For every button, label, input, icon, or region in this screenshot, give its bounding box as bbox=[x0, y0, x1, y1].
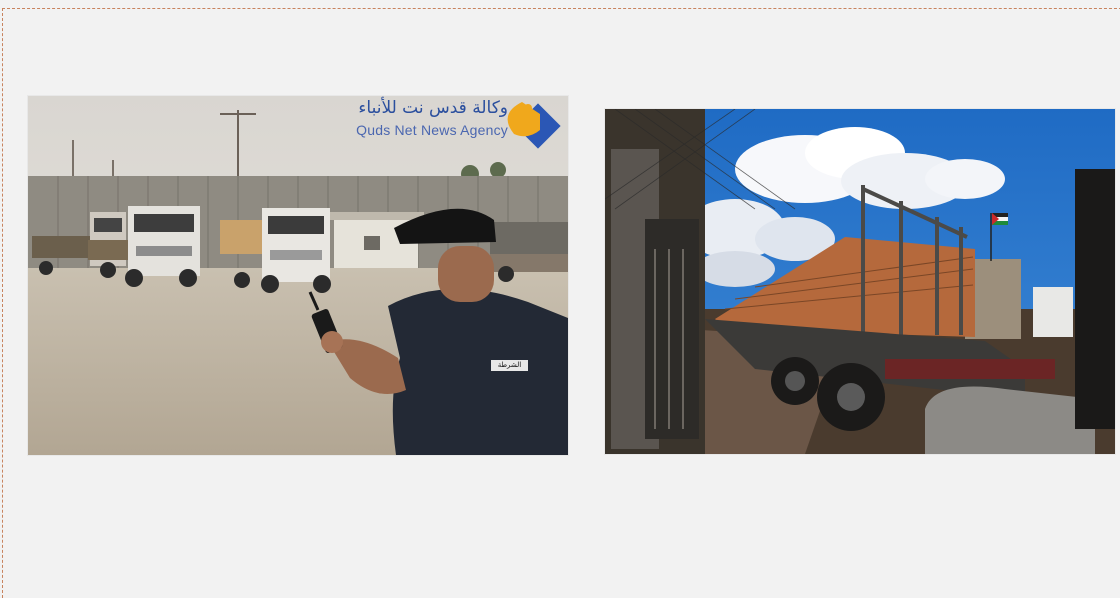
watermark-english: Quds Net News Agency bbox=[356, 122, 508, 138]
cement-truck-photo bbox=[605, 109, 1115, 454]
police-badge: الشرطة bbox=[497, 361, 522, 369]
checkpoint-photo: وكالة قدس نت للأنباء Quds Net News Agenc… bbox=[28, 96, 568, 455]
watermark-arabic: وكالة قدس نت للأنباء bbox=[358, 98, 508, 118]
agency-watermark: وكالة قدس نت للأنباء Quds Net News Agenc… bbox=[356, 98, 508, 138]
checkpoint-scene bbox=[28, 96, 568, 455]
cement-truck-scene bbox=[605, 109, 1115, 454]
